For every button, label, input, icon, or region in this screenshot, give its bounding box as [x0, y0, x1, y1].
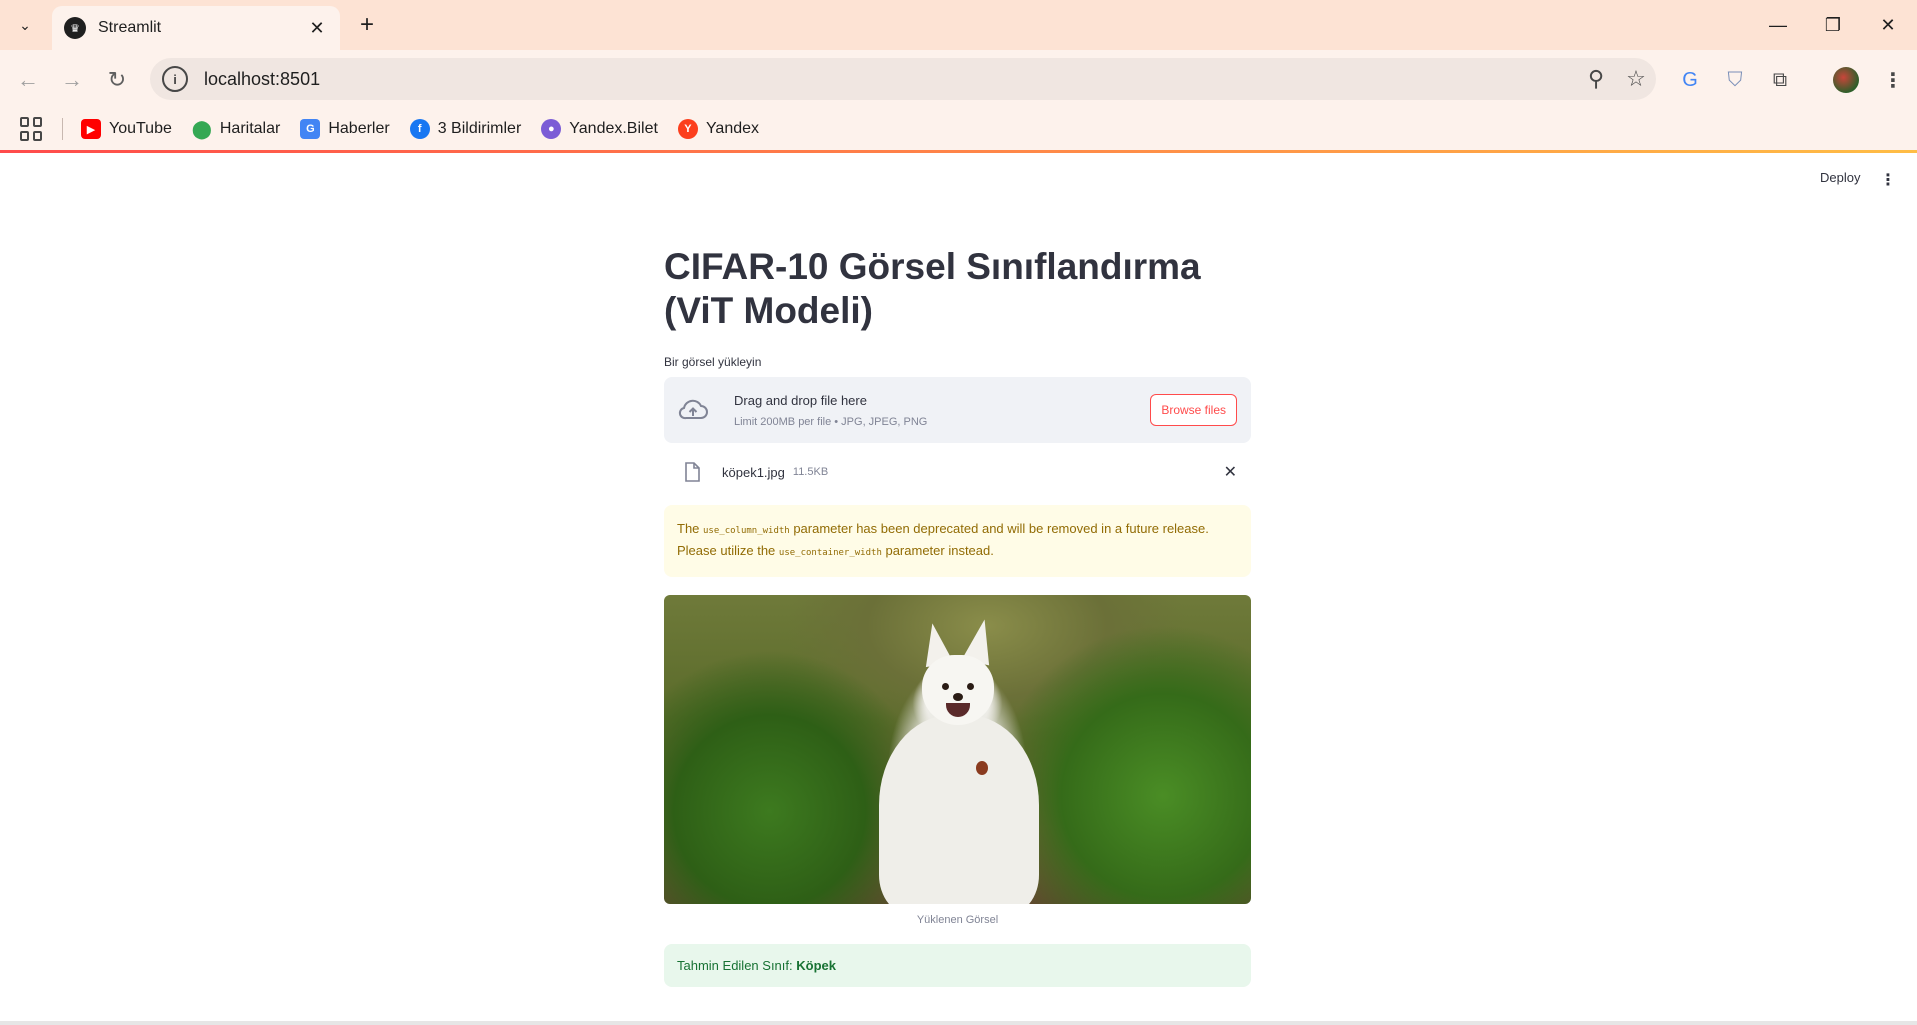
bookmark-facebook[interactable]: f 3 Bildirimler — [409, 119, 522, 139]
google-translate-icon[interactable]: G — [1674, 64, 1706, 96]
reload-icon[interactable]: ↻ — [101, 64, 133, 96]
facebook-icon: f — [409, 119, 430, 139]
minimize-icon[interactable]: — — [1750, 8, 1806, 42]
tab-title: Streamlit — [98, 19, 162, 36]
bookmark-label: Yandex — [705, 120, 760, 137]
warning-text: The — [677, 521, 704, 536]
new-tab-icon[interactable]: + — [352, 10, 382, 40]
dog-eye — [967, 683, 974, 690]
window-close-icon[interactable]: ✕ — [1860, 8, 1916, 42]
dropzone-text: Drag and drop file here Limit 200MB per … — [734, 393, 1150, 428]
image-caption: Yüklenen Görsel — [916, 914, 999, 926]
streamlit-favicon-icon: ♛ — [64, 17, 86, 39]
bookmark-star-icon[interactable]: ☆ — [1616, 66, 1656, 92]
tab-search-chevron-icon[interactable]: ⌄ — [8, 10, 42, 40]
main-menu-icon[interactable]: ⋮ — [1880, 170, 1896, 190]
bookmark-label: Haritalar — [219, 120, 281, 137]
maps-pin-icon: ⬤ — [191, 118, 212, 139]
dropzone-instructions: Drag and drop file here — [734, 392, 867, 408]
shield-extension-icon[interactable]: ⛉ — [1719, 64, 1751, 96]
restore-icon[interactable]: ❐ — [1805, 8, 1861, 42]
back-arrow-icon[interactable]: ← — [12, 64, 44, 96]
url-text[interactable]: localhost:8501 — [204, 69, 1576, 90]
uploaded-dog-image — [664, 595, 1251, 904]
bookmark-label: Haberler — [328, 120, 390, 137]
bookmark-yandex-bilet[interactable]: ● Yandex.Bilet — [541, 119, 658, 139]
bookmark-haberler[interactable]: G Haberler — [300, 119, 390, 139]
apps-grid-icon[interactable] — [20, 117, 44, 141]
bookmark-label: Yandex.Bilet — [569, 120, 658, 137]
warning-code: use_column_width — [703, 526, 790, 536]
prediction-value: Köpek — [796, 958, 836, 973]
dropzone-limit: Limit 200MB per file • JPG, JPEG, PNG — [734, 415, 928, 428]
browser-toolbar: ← → ↻ i localhost:8501 ⚲ ☆ G ⛉ ⧉ ⋮ — [0, 50, 1917, 108]
extensions-puzzle-icon[interactable]: ⧉ — [1764, 64, 1796, 96]
bookmark-label: YouTube — [109, 120, 172, 137]
uploaded-file-row: köpek1.jpg 11.5KB ✕ — [664, 457, 1251, 487]
dog-collar-tag — [976, 761, 988, 775]
browse-files-button[interactable]: Browse files — [1150, 394, 1237, 426]
site-info-icon[interactable]: i — [162, 66, 188, 92]
file-dropzone[interactable]: Drag and drop file here Limit 200MB per … — [664, 377, 1251, 443]
streamlit-header-decoration — [0, 150, 1917, 153]
window-bottom-edge — [0, 1021, 1917, 1025]
file-size: 11.5KB — [792, 466, 829, 478]
cloud-upload-icon — [678, 399, 708, 420]
forward-arrow-icon[interactable]: → — [56, 64, 88, 96]
deprecation-warning: The use_column_width parameter has been … — [664, 505, 1251, 577]
browser-tab-bar: ⌄ ♛ Streamlit ✕ + — ❐ ✕ — [0, 0, 1917, 50]
bookmark-youtube[interactable]: ▶ YouTube — [81, 119, 172, 139]
file-name: köpek1.jpg — [722, 464, 785, 480]
news-icon: G — [300, 119, 321, 139]
file-icon — [685, 462, 700, 482]
warning-text: parameter instead. — [881, 543, 994, 558]
main-content: CIFAR-10 Görsel Sınıflandırma (ViT Model… — [664, 245, 1251, 987]
uploader-label: Bir görsel yükleyin — [664, 355, 762, 369]
dog-eye — [942, 683, 949, 690]
profile-avatar[interactable] — [1830, 64, 1862, 96]
bookmark-haritalar[interactable]: ⬤ Haritalar — [191, 118, 281, 139]
dog-body — [879, 715, 1039, 904]
dog-nose — [953, 693, 963, 701]
zoom-icon[interactable]: ⚲ — [1576, 66, 1616, 92]
bookmark-yandex[interactable]: Y Yandex — [677, 119, 760, 139]
address-bar[interactable]: i localhost:8501 ⚲ ☆ — [150, 58, 1656, 100]
yandex-bilet-icon: ● — [541, 119, 562, 139]
prediction-label: Tahmin Edilen Sınıf: — [677, 958, 797, 973]
browser-menu-icon[interactable]: ⋮ — [1877, 64, 1909, 96]
bookmarks-bar: ▶ YouTube ⬤ Haritalar G Haberler f 3 Bil… — [0, 108, 1917, 150]
bookmark-label: 3 Bildirimler — [437, 120, 522, 137]
prediction-result: Tahmin Edilen Sınıf: Köpek — [664, 944, 1251, 987]
browser-tab[interactable]: ♛ Streamlit ✕ — [52, 6, 340, 50]
bookmarks-divider — [62, 118, 63, 140]
page-title: CIFAR-10 Görsel Sınıflandırma (ViT Model… — [664, 246, 1201, 331]
remove-file-icon[interactable]: ✕ — [1224, 462, 1237, 482]
deploy-button[interactable]: Deploy — [1820, 170, 1860, 185]
yandex-icon: Y — [677, 119, 698, 139]
youtube-icon: ▶ — [81, 119, 101, 139]
warning-code: use_container_width — [778, 548, 882, 558]
tab-close-icon[interactable]: ✕ — [306, 18, 328, 39]
